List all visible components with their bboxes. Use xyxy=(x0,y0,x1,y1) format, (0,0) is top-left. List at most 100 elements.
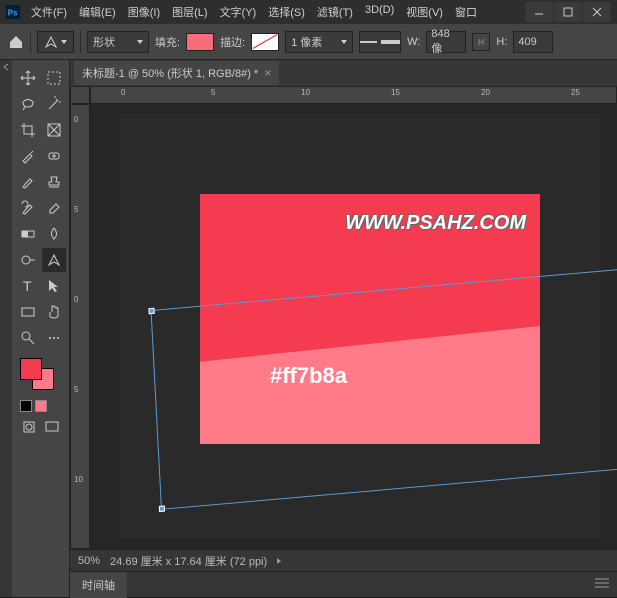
panel-collapse-strip[interactable] xyxy=(0,60,12,597)
toolbox: T xyxy=(12,60,70,597)
hex-code-label: #ff7b8a xyxy=(270,363,347,389)
window-controls xyxy=(524,2,611,22)
svg-text:Ps: Ps xyxy=(8,9,18,18)
menu-filter[interactable]: 滤镜(T) xyxy=(312,1,358,23)
screen-mode-button[interactable] xyxy=(43,418,63,438)
menu-image[interactable]: 图像(I) xyxy=(123,1,165,23)
hand-tool[interactable] xyxy=(42,300,66,324)
divider xyxy=(30,31,31,53)
stroke-color-swatch[interactable] xyxy=(251,33,279,51)
close-tab-icon[interactable]: × xyxy=(264,66,271,80)
menu-bar: 文件(F) 编辑(E) 图像(I) 图层(L) 文字(Y) 选择(S) 滤镜(T… xyxy=(26,1,524,23)
menu-select[interactable]: 选择(S) xyxy=(263,1,310,23)
menu-window[interactable]: 窗口 xyxy=(450,1,482,23)
maximize-button[interactable] xyxy=(554,2,582,22)
bottom-panel: 时间轴 xyxy=(70,571,617,597)
horizontal-ruler[interactable]: 0 5 10 15 20 25 xyxy=(90,86,617,104)
svg-text:T: T xyxy=(23,278,32,294)
zoom-level[interactable]: 50% xyxy=(78,555,100,567)
move-tool[interactable] xyxy=(16,66,40,90)
menu-type[interactable]: 文字(Y) xyxy=(215,1,262,23)
stroke-label: 描边: xyxy=(220,34,245,50)
gradient-tool[interactable] xyxy=(16,222,40,246)
document-tab-title: 未标题-1 @ 50% (形状 1, RGB/8#) * xyxy=(82,65,258,81)
magic-wand-tool[interactable] xyxy=(42,92,66,116)
color-swatches xyxy=(16,358,65,394)
document-area: 未标题-1 @ 50% (形状 1, RGB/8#) * × 0 5 10 15… xyxy=(70,60,617,597)
stroke-style-select[interactable] xyxy=(359,31,401,53)
foreground-color[interactable] xyxy=(20,358,42,380)
height-label: H: xyxy=(496,36,507,48)
menu-layer[interactable]: 图层(L) xyxy=(167,1,212,23)
healing-tool[interactable] xyxy=(42,144,66,168)
canvas-wrap: 0 5 0 5 10 WWW.PSAHZ.COM #ff7b8a xyxy=(70,104,617,549)
width-input[interactable]: 848 像 xyxy=(426,31,466,53)
document-tab[interactable]: 未标题-1 @ 50% (形状 1, RGB/8#) * × xyxy=(74,61,279,85)
lasso-tool[interactable] xyxy=(16,92,40,116)
height-input[interactable]: 409 xyxy=(513,31,553,53)
shape-rectangle-1[interactable]: WWW.PSAHZ.COM #ff7b8a xyxy=(200,194,540,444)
vertical-ruler[interactable]: 0 5 0 5 10 xyxy=(70,104,90,549)
link-wh-button[interactable] xyxy=(472,33,490,51)
ruler-origin[interactable] xyxy=(70,86,90,104)
anchor-point[interactable] xyxy=(159,505,165,512)
chevron-right-icon[interactable] xyxy=(277,558,281,564)
rectangle-tool[interactable] xyxy=(16,300,40,324)
default-colors-icon[interactable] xyxy=(20,400,32,412)
link-icon xyxy=(476,37,486,47)
swap-colors-icon[interactable] xyxy=(35,400,47,412)
chevron-left-icon xyxy=(2,63,10,71)
stamp-tool[interactable] xyxy=(42,170,66,194)
title-bar: Ps 文件(F) 编辑(E) 图像(I) 图层(L) 文字(Y) 选择(S) 滤… xyxy=(0,0,617,24)
pen-tool-preset[interactable] xyxy=(37,31,74,53)
path-select-tool[interactable] xyxy=(42,274,66,298)
chevron-down-icon xyxy=(341,40,347,44)
blur-tool[interactable] xyxy=(42,222,66,246)
timeline-tab[interactable]: 时间轴 xyxy=(70,572,127,598)
brush-tool[interactable] xyxy=(16,170,40,194)
width-label: W: xyxy=(407,36,420,48)
panel-menu-icon[interactable] xyxy=(595,578,609,591)
anchor-point[interactable] xyxy=(148,308,154,315)
minimize-button[interactable] xyxy=(525,2,553,22)
eyedropper-tool[interactable] xyxy=(16,144,40,168)
pen-tool[interactable] xyxy=(42,248,66,272)
chevron-down-icon xyxy=(61,40,67,44)
eraser-tool[interactable] xyxy=(42,196,66,220)
chevron-down-icon xyxy=(381,40,400,44)
quick-mask-button[interactable] xyxy=(20,418,40,438)
watermark-text: WWW.PSAHZ.COM xyxy=(345,212,526,235)
chevron-down-icon xyxy=(137,40,143,44)
type-tool[interactable]: T xyxy=(16,274,40,298)
quick-mask-row xyxy=(16,400,65,412)
divider xyxy=(80,31,81,53)
home-icon[interactable] xyxy=(8,34,24,50)
shape-overlay xyxy=(200,326,540,444)
menu-3d[interactable]: 3D(D) xyxy=(360,1,399,23)
history-brush-tool[interactable] xyxy=(16,196,40,220)
ruler-row: 0 5 10 15 20 25 xyxy=(70,86,617,104)
zoom-tool[interactable] xyxy=(16,326,40,350)
edit-toolbar-button[interactable] xyxy=(42,326,66,350)
canvas[interactable]: WWW.PSAHZ.COM #ff7b8a xyxy=(120,114,600,539)
stroke-width-select[interactable]: 1 像素 xyxy=(285,31,353,53)
menu-edit[interactable]: 编辑(E) xyxy=(74,1,121,23)
pen-icon xyxy=(44,35,58,49)
crop-tool[interactable] xyxy=(16,118,40,142)
tab-bar: 未标题-1 @ 50% (形状 1, RGB/8#) * × xyxy=(70,60,617,86)
options-bar: 形状 填充: 描边: 1 像素 W: 848 像 H: 409 xyxy=(0,24,617,60)
frame-tool[interactable] xyxy=(42,118,66,142)
status-bar: 50% 24.69 厘米 x 17.64 厘米 (72 ppi) xyxy=(70,549,617,571)
marquee-tool[interactable] xyxy=(42,66,66,90)
document-info[interactable]: 24.69 厘米 x 17.64 厘米 (72 ppi) xyxy=(110,553,267,569)
canvas-viewport[interactable]: WWW.PSAHZ.COM #ff7b8a xyxy=(90,104,617,549)
main-area: T 未标题-1 @ 50% (形状 1, RGB/8#) * × xyxy=(0,60,617,597)
fill-color-swatch[interactable] xyxy=(186,33,214,51)
menu-file[interactable]: 文件(F) xyxy=(26,1,72,23)
app-logo-icon: Ps xyxy=(6,5,20,19)
dodge-tool[interactable] xyxy=(16,248,40,272)
menu-view[interactable]: 视图(V) xyxy=(401,1,448,23)
close-button[interactable] xyxy=(583,2,611,22)
shape-mode-select[interactable]: 形状 xyxy=(87,31,149,53)
fill-label: 填充: xyxy=(155,34,180,50)
